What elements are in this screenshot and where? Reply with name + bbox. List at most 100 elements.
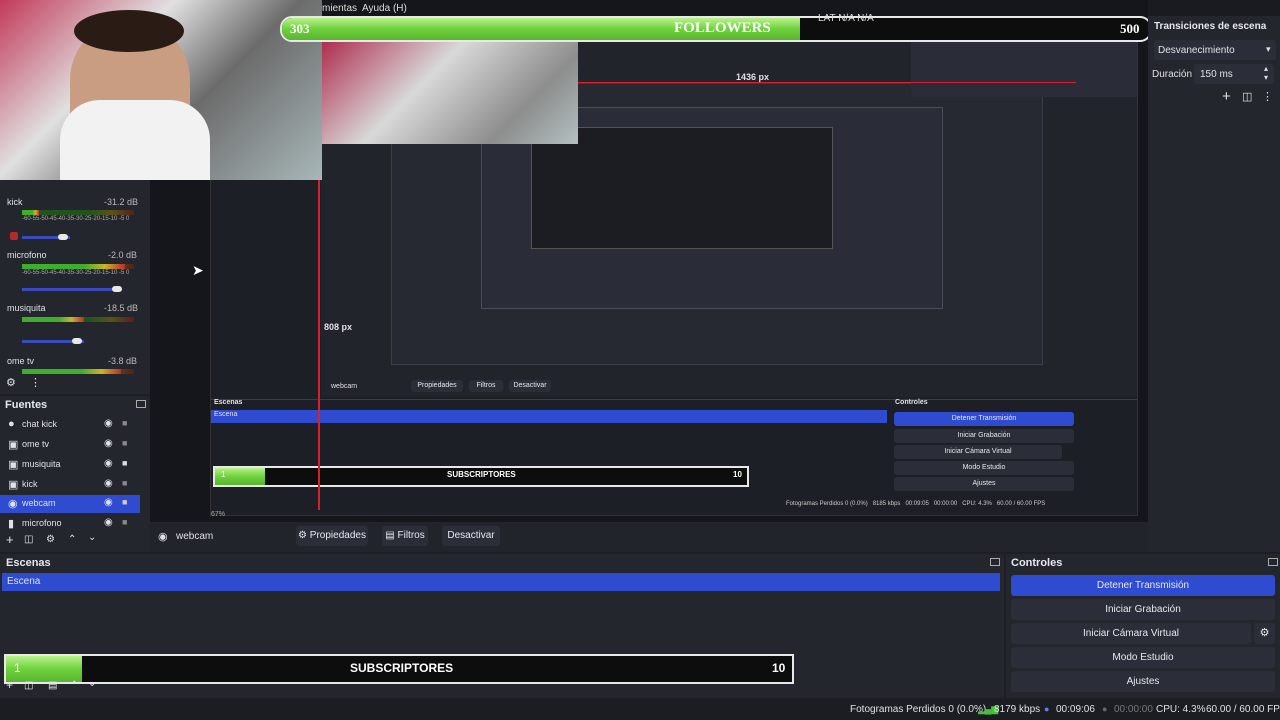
visibility-eye-icon[interactable]: ◉ [104, 438, 113, 449]
chevron-down-icon: ▾ [1266, 44, 1271, 54]
source-item[interactable]: ▮ microfono ◉ ■ [0, 515, 140, 533]
visibility-eye-icon[interactable]: ◉ [104, 497, 113, 508]
scenes-title: Escenas [6, 557, 51, 569]
lock-icon[interactable]: ■ [122, 418, 127, 428]
studio-mode-button[interactable]: Modo Estudio [1011, 647, 1275, 668]
mixer-channel-db: -18.5 dB [104, 303, 139, 313]
selected-source-name: webcam [176, 531, 214, 542]
inner-filters-button[interactable]: Filtros [469, 380, 503, 392]
dock-float-icon[interactable] [136, 400, 146, 408]
source-item[interactable]: ▣ musiquita ◉ ■ [0, 456, 140, 474]
webcam-feed[interactable] [0, 0, 322, 180]
settings-button[interactable]: Ajustes [1011, 671, 1275, 692]
inner-scene-item[interactable]: Escena [214, 411, 237, 418]
source-item-selected[interactable]: ◉ webcam ◉ ■ [0, 495, 140, 513]
mixer-menu-icon[interactable]: ⋮ [30, 376, 41, 389]
height-measure-label: 808 px [324, 322, 353, 332]
mixer-channel-db: -2.0 dB [108, 250, 138, 260]
sources-panel: Fuentes ● chat kick ◉ ■ ▣ ome tv ◉ ■ ▣ m… [0, 396, 150, 552]
window-capture-icon: ▣ [8, 439, 19, 451]
dock-float-icon[interactable] [990, 558, 1000, 566]
duration-label: Duración [1152, 69, 1193, 80]
transitions-title: Transiciones de escena [1154, 21, 1267, 32]
record-time: 00:00:00 [1114, 704, 1153, 715]
remove-scene-icon[interactable]: ◫ [24, 680, 33, 691]
remove-source-icon[interactable]: ◫ [24, 534, 33, 545]
window-capture-icon: ▣ [8, 459, 19, 471]
inner-deactivate-button[interactable]: Desactivar [509, 380, 551, 392]
lock-icon[interactable]: ■ [122, 438, 127, 448]
inner-zoom: 67% [211, 511, 226, 518]
scene-filters-icon[interactable]: ▤ [48, 680, 57, 691]
properties-button[interactable]: ⚙ Propiedades [296, 526, 368, 546]
preview-canvas[interactable]: Escenas Escena Controles Detener Transmi… [0, 0, 1152, 522]
move-up-icon[interactable]: ⌃ [68, 534, 76, 545]
transition-select[interactable]: Desvanecimiento ▾ [1154, 40, 1276, 60]
controls-title: Controles [1011, 557, 1063, 569]
visibility-eye-icon[interactable]: ◉ [104, 517, 113, 528]
virtual-camera-settings-icon[interactable]: ⚙ [1254, 623, 1275, 644]
source-item[interactable]: ▣ ome tv ◉ ■ [0, 436, 140, 454]
spin-arrows-icon[interactable]: ▴ ▾ [1264, 64, 1268, 82]
stream-time: 00:09:06 [1056, 704, 1095, 715]
transition-menu-icon[interactable]: ⋮ [1262, 90, 1273, 103]
mute-icon[interactable] [10, 232, 18, 240]
menu-tools-fragment[interactable]: mientas [322, 3, 357, 14]
menu-help[interactable]: Ayuda (H) [362, 3, 407, 14]
filters-button[interactable]: ▤ Filtros [382, 526, 428, 546]
width-measure-label: 1436 px [736, 72, 770, 82]
mixer-channel-name: musiquita [7, 303, 46, 313]
visibility-eye-icon[interactable]: ◉ [104, 458, 113, 469]
lock-icon[interactable]: ■ [122, 478, 127, 488]
inner-settings-button[interactable]: Ajustes [894, 477, 1074, 491]
mouse-cursor-icon: ➤ [192, 262, 204, 278]
visibility-eye-icon[interactable]: ◉ [104, 478, 113, 489]
mixer-channel-name: kick [7, 197, 23, 207]
move-up-icon[interactable]: ⌃ [70, 680, 78, 691]
stop-stream-button[interactable]: Detener Transmisión [1011, 575, 1275, 596]
followers-bar: 303 FOLLOWERS 500 [280, 16, 1152, 42]
add-transition-icon[interactable]: + [1222, 88, 1231, 105]
camera-icon: ◉ [158, 531, 168, 543]
source-properties-icon[interactable]: ⚙ [46, 534, 55, 545]
deactivate-button[interactable]: Desactivar [442, 526, 500, 546]
mixer-channel-name: microfono [7, 250, 47, 260]
globe-icon: ● [8, 418, 15, 430]
fps: 60.00 / 60.00 FPS [1206, 704, 1280, 715]
inner-record-button[interactable]: Iniciar Grabación [894, 429, 1074, 443]
start-virtual-camera-button[interactable]: Iniciar Cámara Virtual [1011, 623, 1251, 644]
inner-properties-button[interactable]: Propiedades [411, 380, 463, 392]
dock-float-icon[interactable] [1268, 558, 1278, 566]
inner-stop-stream-button[interactable]: Detener Transmisión [894, 412, 1074, 426]
inner-subscribers-bar: 1 SUBSCRIPTORES 10 [213, 466, 749, 487]
remove-transition-icon[interactable]: ◫ [1242, 90, 1252, 103]
source-toolbar: ◉ webcam ⚙ Propiedades ▤ Filtros Desacti… [150, 522, 1148, 552]
add-source-icon[interactable]: + [6, 532, 14, 547]
lock-icon[interactable]: ■ [122, 458, 127, 468]
move-down-icon[interactable]: ⌄ [88, 532, 96, 543]
bitrate: 8179 kbps [994, 704, 1041, 715]
inner-scenes-title: Escenas [214, 399, 243, 406]
volume-slider[interactable] [22, 288, 122, 291]
inner-studio-button[interactable]: Modo Estudio [894, 461, 1074, 475]
visibility-eye-icon[interactable]: ◉ [104, 418, 113, 429]
transitions-panel: Transiciones de escena Desvanecimiento ▾… [1148, 16, 1280, 552]
microphone-icon: ▮ [8, 518, 15, 530]
inner-virtual-cam-button[interactable]: Iniciar Cámara Virtual [894, 445, 1062, 459]
mixer-channel-name: ome tv [7, 356, 35, 366]
mixer-channel-db: -31.2 dB [104, 197, 139, 207]
inner-controls-title: Controles [895, 399, 928, 406]
mixer-channel-db: -3.8 dB [108, 356, 138, 366]
move-down-icon[interactable]: ⌄ [88, 678, 96, 689]
add-scene-icon[interactable]: + [6, 678, 13, 692]
status-bar: Fotogramas Perdidos 0 (0.0%) ▂▄▆ 8179 kb… [0, 700, 1280, 720]
controls-panel: Controles Detener Transmisión Iniciar Gr… [1006, 554, 1280, 698]
duration-spinbox[interactable]: 150 ms ▴ ▾ [1194, 64, 1274, 84]
mixer-settings-icon[interactable]: ⚙ [6, 376, 16, 389]
source-item[interactable]: ▣ kick ◉ ■ [0, 476, 140, 494]
start-recording-button[interactable]: Iniciar Grabación [1011, 599, 1275, 620]
lock-icon[interactable]: ■ [122, 517, 127, 527]
scene-item[interactable]: Escena [2, 573, 1000, 591]
source-item[interactable]: ● chat kick ◉ ■ [0, 416, 140, 434]
lock-icon[interactable]: ■ [122, 497, 127, 507]
